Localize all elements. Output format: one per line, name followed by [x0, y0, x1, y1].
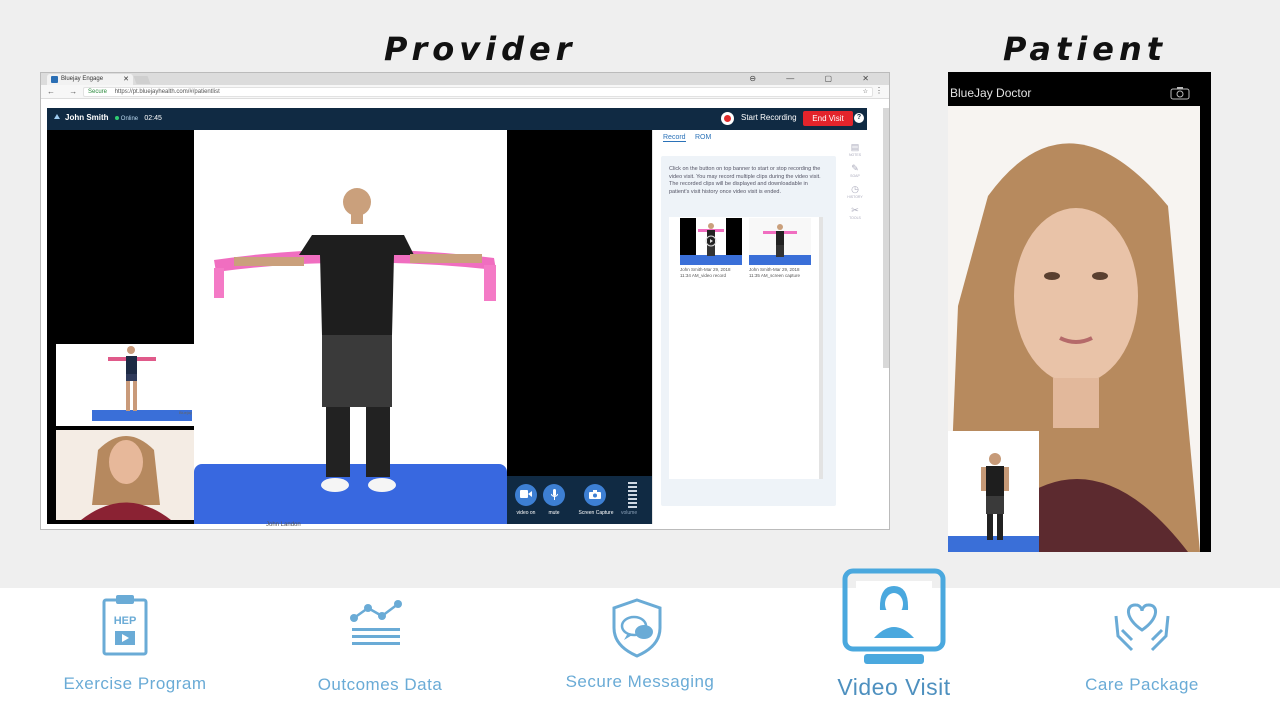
feature-video-visit[interactable]: Video Visit: [812, 568, 976, 720]
shield-chat-icon: [612, 598, 662, 658]
svg-text:HEP: HEP: [114, 615, 137, 627]
exercise-thumbnail-video[interactable]: Bluejay: [56, 344, 194, 426]
recording-panel: Record ROM Click on the button on top ba…: [652, 130, 867, 524]
hands-heart-icon: [1114, 603, 1170, 652]
microphone-icon[interactable]: [543, 484, 565, 506]
feature-secure-messaging[interactable]: Secure Messaging: [556, 588, 724, 720]
screen-capture-label: Screen Capture: [578, 510, 614, 516]
sidebar-label-history: HISTORY: [847, 195, 863, 199]
patient-app-title: BlueJay Doctor: [950, 86, 1032, 100]
main-video-feed: [194, 130, 507, 524]
secure-label: Secure: [88, 89, 108, 95]
video-camera-icon[interactable]: [515, 484, 537, 506]
clip-caption: John Smith-Mar 29, 2018 11:35 AM_screen c…: [749, 267, 800, 278]
online-dot-icon: [114, 116, 119, 120]
address-bar[interactable]: Secure https://pt.bluejayhealth.com/#/pa…: [83, 87, 873, 97]
sidebar-label-notes: NOTES: [848, 153, 862, 157]
feature-care-package[interactable]: Care Package: [1064, 588, 1220, 720]
visit-timer: 02:45: [144, 115, 162, 122]
feature-bar: HEP Exercise Program Outcomes Data Secur…: [0, 568, 1280, 720]
soap-edit-icon[interactable]: ✎: [846, 163, 864, 174]
sidebar-label-tools: TOOLS: [849, 216, 861, 220]
bluejay-logo-icon: [53, 113, 61, 123]
panel-sidebar: ▤ NOTES ✎ SOAP ◷ HISTORY ✂ TOOLS: [846, 136, 864, 220]
browser-tab-title: Bluejay Engage: [61, 76, 104, 82]
video-stage: Bluejay video on mute Screen Capture vol…: [47, 130, 652, 524]
tools-icon[interactable]: ✂: [846, 205, 864, 216]
browser-toolbar: ← → ⟳ Secure https://pt.bluejayhealth.co…: [41, 85, 889, 99]
recorded-clips-list: John Smith-Mar 29, 2018 11:34 AM_video re…: [669, 217, 819, 479]
patient-name: John Smith: [65, 113, 109, 122]
new-tab-button[interactable]: [133, 76, 151, 84]
browser-tab-strip: Bluejay Engage ✕ ⊖ — ▢ ✕: [41, 73, 889, 85]
sidebar-label-soap: SOAP: [850, 174, 860, 178]
recording-instructions: Click on the button on top banner to sta…: [669, 166, 821, 195]
bookmark-star-icon[interactable]: ☆: [863, 88, 868, 97]
clip-thumbnail-screen-capture[interactable]: [749, 218, 811, 265]
screen-capture-camera-icon[interactable]: [584, 484, 606, 506]
volume-slider[interactable]: [628, 482, 637, 508]
provider-self-view[interactable]: [56, 430, 194, 520]
tab-rom[interactable]: ROM: [695, 134, 711, 141]
volume-label: volume: [621, 510, 638, 516]
mute-label: mute: [548, 510, 560, 516]
feature-label-care-package: Care Package: [1085, 675, 1199, 694]
provider-woman-figure: [81, 436, 171, 520]
browser-tab[interactable]: Bluejay Engage ✕: [47, 74, 133, 85]
clip-thumbnail-video-record[interactable]: [680, 218, 742, 265]
thumbnail-label: Bluejay: [178, 410, 192, 415]
exercising-woman-figure: [108, 346, 156, 411]
call-controls: video on mute Screen Capture volume: [507, 476, 652, 524]
online-status: Online: [114, 116, 138, 122]
help-icon[interactable]: ?: [854, 113, 864, 123]
patient-heading: Patient: [1003, 30, 1168, 68]
feature-outcomes-data[interactable]: Outcomes Data: [300, 588, 460, 720]
tab-record[interactable]: Record: [663, 134, 686, 142]
record-icon[interactable]: [721, 112, 734, 125]
start-recording-button[interactable]: Start Recording: [741, 113, 797, 122]
provider-browser-window: Bluejay Engage ✕ ⊖ — ▢ ✕ ← → ⟳ Secure ht…: [40, 72, 890, 530]
browser-menu-icon[interactable]: ⋮: [875, 86, 883, 95]
history-clock-icon[interactable]: ◷: [846, 184, 864, 195]
chart-trend-icon: [350, 600, 402, 645]
switch-camera-icon[interactable]: [1170, 86, 1190, 100]
clips-scrollbar[interactable]: [819, 217, 823, 479]
clipboard-hep-icon: HEP: [102, 595, 148, 656]
end-visit-button[interactable]: End Visit: [803, 111, 853, 126]
feature-label-secure-messaging: Secure Messaging: [565, 672, 715, 691]
feature-exercise-program[interactable]: HEP Exercise Program: [40, 588, 230, 720]
patient-phone-screen: BlueJay Doctor: [948, 72, 1211, 552]
exercising-man-figure: [214, 188, 496, 492]
provider-heading: Provider: [384, 30, 577, 68]
tab-close-icon[interactable]: ✕: [123, 74, 129, 85]
feature-label-exercise-program: Exercise Program: [63, 674, 207, 693]
window-controls[interactable]: ⊖ — ▢ ✕: [749, 73, 883, 85]
feature-label-outcomes-data: Outcomes Data: [317, 675, 443, 694]
participant-name: John Landon: [266, 522, 301, 528]
feature-label-video-visit: Video Visit: [837, 674, 951, 700]
patient-self-view[interactable]: [948, 431, 1039, 552]
bluejay-favicon-icon: [51, 76, 58, 83]
page-scrollbar[interactable]: [883, 108, 889, 368]
video-visit-app-bar: John Smith Online 02:45 Start Recording …: [47, 108, 867, 130]
url-text: https://pt.bluejayhealth.com/#/patientli…: [114, 89, 220, 95]
monitor-person-icon: [842, 568, 946, 664]
clip-caption: John Smith-Mar 29, 2018 11:34 AM_video re…: [680, 267, 731, 278]
patient-man-figure: [981, 453, 1009, 540]
caller-info: John Smith Online 02:45: [65, 113, 162, 122]
notes-icon[interactable]: ▤: [846, 142, 864, 153]
